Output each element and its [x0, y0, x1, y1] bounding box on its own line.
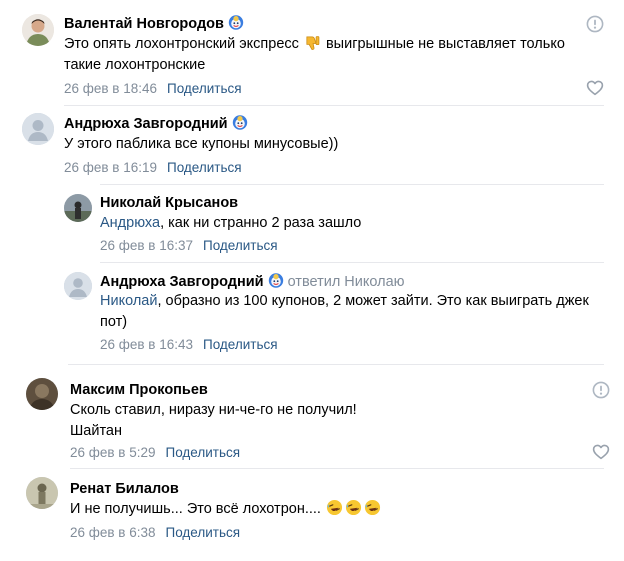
thumbs-down-emoji: [304, 34, 321, 51]
share-button[interactable]: Поделиться: [167, 81, 242, 96]
replied-to[interactable]: ответил Николаю: [288, 274, 405, 290]
report-icon[interactable]: [592, 381, 610, 399]
share-button[interactable]: Поделиться: [166, 525, 241, 540]
comment-text: Николай, образно из 100 купонов, 2 может…: [100, 293, 589, 330]
comment-text: У этого паблика все купоны минусовые)): [64, 136, 339, 152]
rofl-emoji: [345, 499, 362, 516]
author-name[interactable]: Максим Прокопьев: [70, 382, 208, 398]
comment-text: Это опять лохонтронский экспресс выигрыш…: [64, 34, 565, 73]
avatar[interactable]: [22, 113, 54, 145]
rofl-emoji: [364, 499, 381, 516]
author-name[interactable]: Андрюха Завгородний: [64, 116, 228, 132]
avatar[interactable]: [26, 477, 58, 509]
comment-date[interactable]: 26 фев в 6:38: [70, 525, 156, 540]
comment-text: И не получишь... Это всё лохотрон....: [70, 499, 590, 520]
divider: [70, 468, 604, 469]
comment-text: Андрюха, как ни странно 2 раза зашло: [100, 215, 362, 231]
avatar[interactable]: [64, 272, 92, 300]
divider: [68, 364, 604, 365]
fan-badge-icon: [268, 272, 284, 288]
rofl-emoji: [326, 499, 343, 516]
comment-date[interactable]: 26 фев в 5:29: [70, 445, 156, 460]
divider: [100, 184, 604, 185]
heart-icon[interactable]: [586, 79, 604, 97]
author-name[interactable]: Ренат Билалов: [70, 481, 179, 497]
comment-date[interactable]: 26 фев в 16:43: [100, 337, 193, 352]
share-button[interactable]: Поделиться: [203, 238, 278, 253]
mention-link[interactable]: Николай: [100, 293, 157, 309]
avatar[interactable]: [64, 194, 92, 222]
comment-date[interactable]: 26 фев в 16:19: [64, 160, 157, 175]
avatar[interactable]: [22, 14, 54, 46]
author-name[interactable]: Андрюха Завгородний: [100, 274, 264, 290]
share-button[interactable]: Поделиться: [166, 445, 241, 460]
fan-badge-icon: [232, 114, 248, 130]
divider: [100, 262, 604, 263]
author-name[interactable]: Валентай Новгородов: [64, 16, 224, 32]
heart-icon[interactable]: [592, 443, 610, 461]
comment-date[interactable]: 26 фев в 16:37: [100, 238, 193, 253]
comment-date[interactable]: 26 фев в 18:46: [64, 81, 157, 96]
mention-link[interactable]: Андрюха: [100, 215, 160, 231]
avatar[interactable]: [26, 378, 58, 410]
share-button[interactable]: Поделиться: [203, 337, 278, 352]
author-name[interactable]: Николай Крысанов: [100, 195, 238, 211]
divider: [64, 105, 604, 106]
report-icon[interactable]: [586, 15, 604, 33]
fan-badge-icon: [228, 14, 244, 30]
share-button[interactable]: Поделиться: [167, 160, 242, 175]
comment-text: Сколь ставил, ниразу ни-че-го не получил…: [70, 402, 357, 439]
